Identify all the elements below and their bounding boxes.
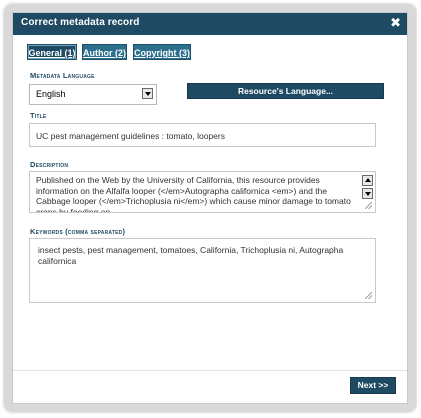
dialog-title: Correct metadata record [21,17,140,28]
metadata-language-label: Metadata Language [30,71,95,80]
title-value: UC pest management guidelines : tomato, … [36,131,225,141]
resize-grip-icon[interactable] [365,202,372,209]
keywords-value: insect pests, pest management, tomatoes,… [38,245,344,266]
chevron-up-icon[interactable] [362,175,373,186]
next-button[interactable]: Next >> [350,377,396,394]
resource-language-button[interactable]: Resource's Language... [187,83,384,99]
metadata-dialog: Correct metadata record ✖ General (1) Au… [12,12,408,404]
resize-grip-icon[interactable] [365,292,372,299]
chevron-down-icon[interactable] [362,188,373,199]
close-icon[interactable]: ✖ [390,15,401,31]
tab-author[interactable]: Author (2) [82,44,127,60]
keywords-textarea[interactable]: insect pests, pest management, tomatoes,… [29,238,376,303]
keywords-label: Keywords (comma separated) [30,227,126,236]
title-input[interactable]: UC pest management guidelines : tomato, … [29,123,376,147]
metadata-language-value: English [36,89,66,99]
description-value: Published on the Web by the University o… [36,175,351,213]
title-label: Title [30,111,47,120]
description-textarea[interactable]: Published on the Web by the University o… [29,171,376,213]
description-label: Description [30,160,69,169]
metadata-language-select[interactable]: English [29,84,157,105]
chevron-down-icon[interactable] [142,88,153,99]
tab-general[interactable]: General (1) [27,44,77,60]
dialog-titlebar: Correct metadata record ✖ [13,13,407,35]
footer-divider [13,370,407,371]
tab-copyright[interactable]: Copyright (3) [133,44,191,60]
